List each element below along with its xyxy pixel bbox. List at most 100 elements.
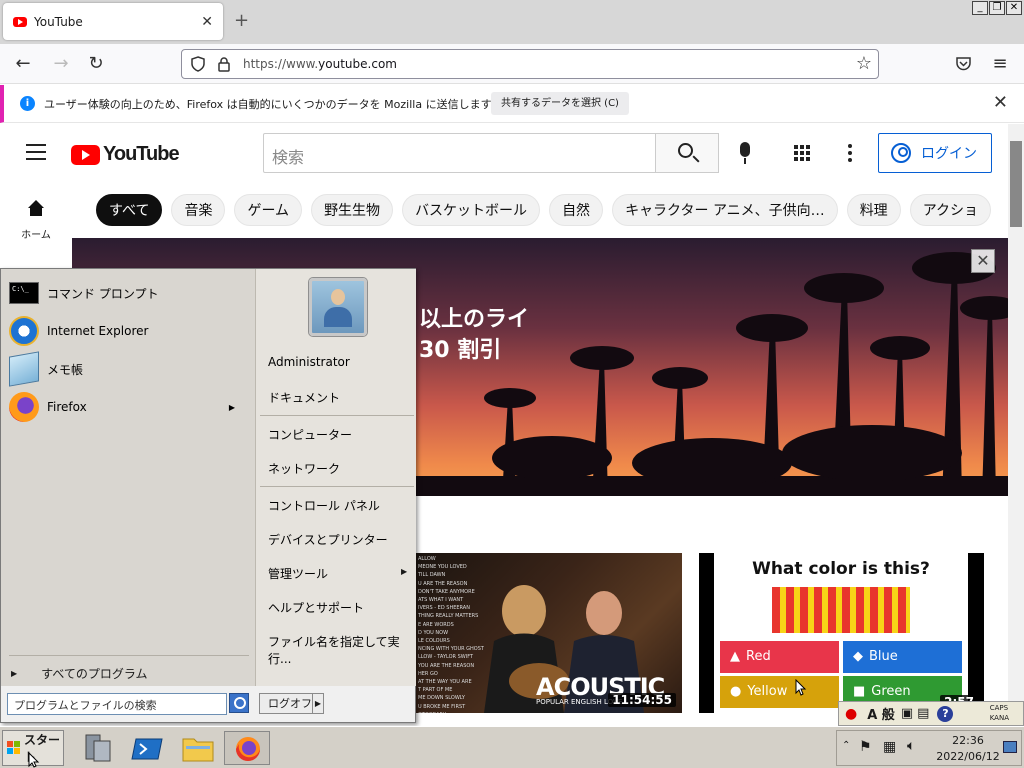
logoff-button[interactable]: ログオフ — [259, 693, 313, 714]
banner-headline: 以上のライ 30 割引 — [419, 304, 529, 366]
apps-grid-icon[interactable] — [794, 145, 810, 161]
program-search-input[interactable]: プログラムとファイルの検索 — [7, 693, 227, 715]
ime-pin-icon[interactable]: ● — [845, 706, 857, 722]
all-programs-button[interactable]: ▶ すべてのプログラム — [11, 665, 147, 682]
chip[interactable]: アクショ — [909, 194, 991, 226]
program-firefox[interactable]: Firefox ▶ — [9, 390, 247, 424]
forward-arrow-icon[interactable]: → — [50, 53, 72, 75]
video-thumbnail-color-quiz[interactable]: What color is this? ▲ Red ◆ Blue ● Yellow ■… — [699, 553, 984, 713]
quiz-option-symbol-icon: ◆ — [853, 649, 863, 664]
ie-icon — [9, 316, 39, 346]
place-control-panel[interactable]: コントロール パネル — [268, 497, 380, 514]
url-prefix: https://www. — [243, 57, 319, 71]
shield-icon[interactable] — [190, 56, 206, 72]
notification-close-icon[interactable]: ✕ — [993, 92, 1008, 113]
taskbar: スタート ⌃ ⚑ ▦ 🔈︎ 22:36 2022/06/12 — [0, 726, 1024, 768]
restore-button[interactable]: ❐ — [989, 1, 1005, 15]
clock-date[interactable]: 2022/06/12 — [933, 750, 1003, 763]
search-input[interactable]: 検索 — [263, 133, 656, 173]
place-computer[interactable]: コンピューター — [268, 426, 352, 443]
banner-line-1: 以上のライ — [419, 307, 530, 332]
quiz-option-label: Yellow — [747, 684, 788, 699]
chip[interactable]: すべて — [96, 194, 163, 226]
page-scrollbar[interactable] — [1008, 124, 1024, 726]
place-admin-tools[interactable]: 管理ツール — [268, 565, 328, 582]
bookmark-star-icon[interactable]: ☆ — [856, 53, 872, 74]
back-arrow-icon[interactable]: ← — [12, 53, 34, 75]
file-explorer-icon[interactable] — [180, 731, 216, 765]
show-desktop-icon[interactable] — [1003, 741, 1017, 753]
more-options-icon[interactable] — [848, 144, 852, 165]
sidebar-item-home[interactable]: ホーム — [14, 200, 58, 241]
lock-icon[interactable] — [217, 56, 231, 72]
microphone-icon[interactable] — [740, 142, 750, 164]
tab-close-icon[interactable]: ✕ — [201, 14, 213, 30]
place-documents[interactable]: ドキュメント — [268, 389, 340, 406]
place-devices-printers[interactable]: デバイスとプリンター — [268, 531, 388, 548]
program-notepad[interactable]: メモ帳 — [9, 351, 247, 387]
quiz-option-label: Green — [871, 684, 911, 699]
home-icon — [28, 200, 44, 218]
navigation-toolbar: ← → ↻ https://www.youtube.com ☆ ≡ — [0, 44, 1024, 84]
chip[interactable]: 料理 — [846, 194, 901, 226]
tab-youtube[interactable]: YouTube ✕ — [3, 3, 223, 40]
clock-time[interactable]: 22:36 — [933, 734, 1003, 747]
search-button[interactable] — [655, 133, 719, 173]
chip[interactable]: 自然 — [549, 194, 604, 226]
place-user[interactable]: Administrator — [268, 355, 350, 369]
data-collection-notification: i ユーザー体験の向上のため、Firefox は自動的にいくつかのデータを Mo… — [0, 85, 1024, 123]
ime-tools-icon[interactable]: ▣ — [901, 706, 913, 721]
place-run[interactable]: ファイル名を指定して実行... — [268, 633, 416, 667]
chip[interactable]: 野生生物 — [311, 194, 394, 226]
login-button[interactable]: ログイン — [878, 133, 992, 173]
ime-mode[interactable]: A 般 — [867, 704, 895, 723]
quiz-option-label: Blue — [869, 649, 898, 664]
search-icon[interactable] — [229, 693, 249, 713]
chip[interactable]: ゲーム — [234, 194, 303, 226]
app-menu-icon[interactable]: ≡ — [989, 53, 1011, 75]
ime-language-bar: ● A 般 ▣ ▤ ? CAPS KANA — [838, 701, 1024, 726]
show-hidden-icons-icon[interactable]: ⌃ — [842, 740, 850, 751]
video-thumbnail-acoustic[interactable]: ALLOW MEONE YOU LOVED TILL DAWN U ARE THE R… — [414, 553, 682, 713]
ime-dictionary-icon[interactable]: ▤ — [917, 706, 929, 721]
quiz-option-symbol-icon: ▲ — [730, 649, 740, 664]
window-close-button[interactable]: ✕ — [1006, 1, 1022, 15]
powershell-icon[interactable] — [130, 731, 166, 765]
choose-data-button[interactable]: 共有するデータを選択 (C) — [491, 92, 629, 115]
scrollbar-thumb[interactable] — [1010, 141, 1022, 227]
chip[interactable]: バスケットボール — [402, 194, 541, 226]
notepad-icon — [9, 351, 39, 387]
minimize-button[interactable]: _ — [972, 1, 988, 15]
song-list-item: ALLOW — [418, 556, 436, 562]
notification-message: ユーザー体験の向上のため、Firefox は自動的にいくつかのデータを Mozi… — [44, 98, 502, 111]
start-menu: C:\_ コマンド プロンプト Internet Explorer メモ帳 Fi… — [0, 268, 416, 723]
help-icon[interactable]: ? — [937, 705, 954, 722]
new-tab-button[interactable]: + — [234, 10, 249, 31]
action-center-flag-icon[interactable]: ⚑ — [859, 739, 872, 755]
reload-icon[interactable]: ↻ — [85, 53, 107, 75]
server-manager-icon[interactable] — [80, 731, 116, 765]
pocket-icon[interactable] — [955, 56, 972, 72]
taskbar-firefox-button[interactable] — [224, 731, 270, 765]
logoff-options-arrow-icon[interactable]: ▶ — [312, 693, 324, 714]
network-icon[interactable]: ▦ — [883, 739, 896, 755]
volume-icon[interactable]: 🔈︎ — [907, 738, 915, 754]
url-bar[interactable]: https://www.youtube.com ☆ — [181, 49, 879, 79]
place-help-support[interactable]: ヘルプとサポート — [268, 599, 364, 616]
program-internet-explorer[interactable]: Internet Explorer — [9, 314, 247, 348]
place-network[interactable]: ネットワーク — [268, 460, 340, 477]
program-label: Internet Explorer — [47, 324, 149, 338]
chip[interactable]: キャラクター アニメ、子供向… — [612, 194, 838, 226]
login-label: ログイン — [921, 146, 977, 162]
banner-close-icon[interactable]: ✕ — [971, 249, 995, 273]
user-avatar[interactable] — [309, 278, 367, 336]
quiz-option-red: ▲ Red — [720, 641, 839, 673]
all-programs-label: すべてのプログラム — [41, 667, 148, 681]
chip[interactable]: 音楽 — [171, 194, 226, 226]
hamburger-menu-icon[interactable] — [26, 144, 46, 165]
tab-title: YouTube — [34, 14, 83, 29]
quiz-question: What color is this? — [752, 559, 930, 579]
program-command-prompt[interactable]: C:\_ コマンド プロンプト — [9, 276, 247, 310]
youtube-logo[interactable]: YouTube — [71, 143, 180, 166]
account-icon — [891, 143, 911, 163]
